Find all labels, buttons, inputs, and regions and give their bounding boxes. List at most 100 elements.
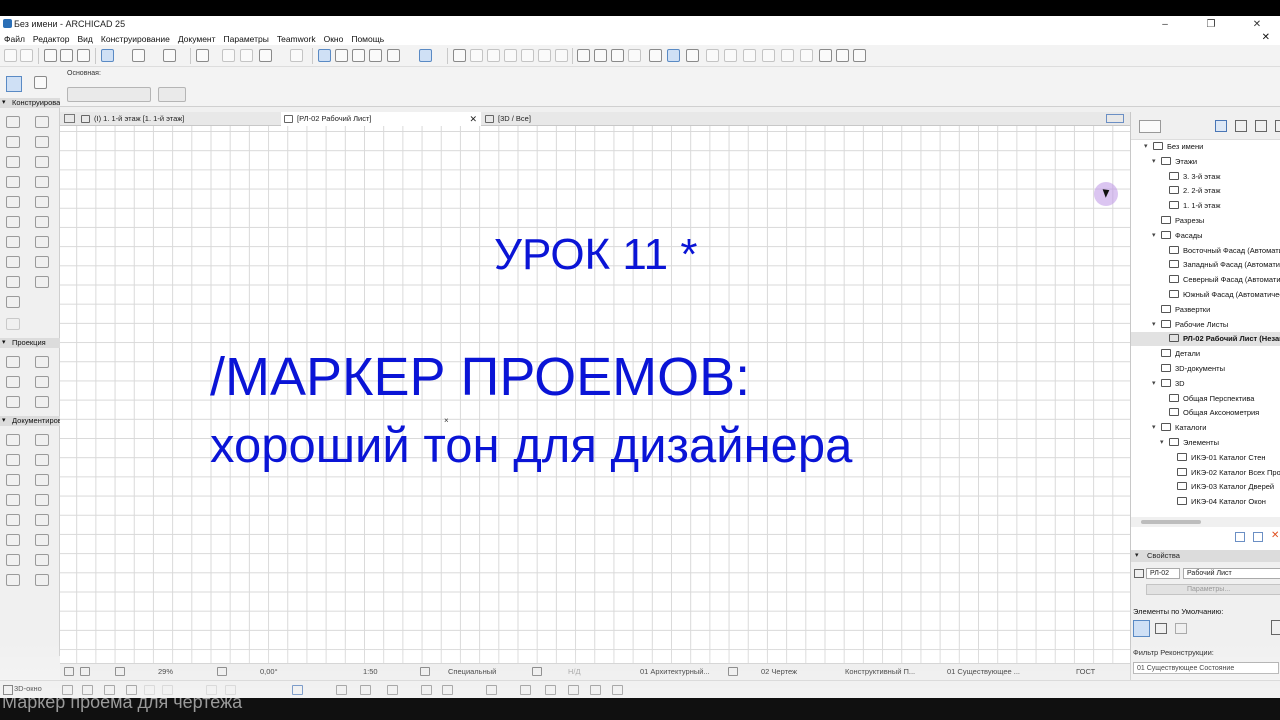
solid-operations-icon[interactable]: [836, 49, 849, 62]
worksheet-canvas[interactable]: УРОК 11 * /МАРКЕР ПРОЕМОВ: хороший тон д…: [60, 126, 1130, 663]
tree-node[interactable]: Разрезы: [1161, 214, 1204, 228]
menu-help[interactable]: Помощь: [347, 34, 388, 44]
trim-icon[interactable]: [487, 49, 500, 62]
fit-window-icon[interactable]: [115, 667, 125, 676]
print-defaults-icon[interactable]: [1155, 623, 1167, 634]
mesh-tool[interactable]: [35, 236, 49, 248]
section-tool[interactable]: [6, 356, 20, 368]
expand-arrow-icon[interactable]: ▾: [1152, 229, 1156, 243]
toolbox-section-document[interactable]: Документирование: [0, 416, 60, 426]
redo-icon[interactable]: [20, 49, 33, 62]
3d-sun-icon[interactable]: [387, 685, 398, 695]
curtain-wall-tool[interactable]: [6, 216, 20, 228]
mirror-icon[interactable]: [724, 49, 737, 62]
fill-tool[interactable]: [6, 514, 20, 526]
magic-wand-icon[interactable]: [77, 49, 90, 62]
roof-tool[interactable]: [35, 176, 49, 188]
navigator-scrollbar[interactable]: [1131, 517, 1280, 527]
detail-tool[interactable]: [6, 396, 20, 408]
interior-elevation-tool[interactable]: [6, 376, 20, 388]
3d-window-button[interactable]: 3D-окно: [2, 684, 42, 695]
inject-parameters-icon[interactable]: [60, 49, 73, 62]
layers-icon[interactable]: [594, 49, 607, 62]
ruler-icon[interactable]: [240, 49, 253, 62]
circle-tool[interactable]: [6, 534, 20, 546]
close-tab-icon[interactable]: ✕: [469, 112, 477, 126]
publish-icon[interactable]: [1271, 620, 1280, 635]
toolbox-section-design[interactable]: Конструирование: [0, 98, 60, 108]
move-icon[interactable]: [649, 49, 662, 62]
undo-zoom-icon[interactable]: [64, 667, 74, 676]
elevation-icon[interactable]: [369, 49, 382, 62]
line-tool[interactable]: [35, 514, 49, 526]
snap-guides-icon[interactable]: [132, 49, 145, 62]
grid-snap-icon[interactable]: [196, 49, 209, 62]
menu-window[interactable]: Окно: [320, 34, 348, 44]
menu-options[interactable]: Параметры: [220, 34, 273, 44]
tree-node[interactable]: Развертки: [1161, 303, 1210, 317]
navigator-mode-icon[interactable]: [1139, 120, 1161, 133]
menu-document[interactable]: Документ: [174, 34, 220, 44]
grid-element-tool[interactable]: [35, 494, 49, 506]
restore-button[interactable]: ❐: [1188, 16, 1234, 32]
camera-icon[interactable]: [486, 685, 497, 695]
radial-dimension-tool[interactable]: [6, 454, 20, 466]
tree-node[interactable]: ▾ Рабочие Листы: [1152, 318, 1228, 332]
gravity-icon[interactable]: [163, 49, 176, 62]
angle-dimension-tool[interactable]: [35, 454, 49, 466]
3d-orbit-icon[interactable]: [62, 685, 73, 695]
publisher-sets-icon[interactable]: [1275, 120, 1280, 132]
expand-arrow-icon[interactable]: ▾: [1152, 318, 1156, 332]
3d-filter-icon[interactable]: [360, 685, 371, 695]
tree-node[interactable]: РЛ-02 Рабочий Лист (Независ: [1131, 332, 1280, 347]
arrow-selection-group[interactable]: [158, 87, 186, 102]
drag-copy-icon[interactable]: [762, 49, 775, 62]
3d-grid-icon[interactable]: [442, 685, 453, 695]
adjust-icon[interactable]: [470, 49, 483, 62]
3d-walk-icon[interactable]: [144, 685, 155, 695]
video-icon[interactable]: [545, 685, 556, 695]
expand-arrow-icon[interactable]: ▾: [1152, 155, 1156, 169]
tree-node[interactable]: ▾ Этажи: [1152, 155, 1197, 169]
resize-icon[interactable]: [781, 49, 794, 62]
3d-view-icon[interactable]: [387, 49, 400, 62]
table-icon[interactable]: [335, 49, 348, 62]
expand-arrow-icon[interactable]: ▾: [1152, 377, 1156, 391]
drafting-aid-icon[interactable]: [667, 49, 680, 62]
zoom-icon[interactable]: [80, 667, 90, 676]
zone-tool[interactable]: [35, 256, 49, 268]
group-icon[interactable]: [819, 49, 832, 62]
partial-structure-value[interactable]: Конструктивный П...: [845, 667, 915, 676]
tree-node[interactable]: Общая Аксонометрия: [1169, 406, 1259, 420]
skylight-tool[interactable]: [35, 196, 49, 208]
expand-arrow-icon[interactable]: ▾: [1144, 140, 1148, 154]
3d-fly-icon[interactable]: [162, 685, 173, 695]
id-field[interactable]: РЛ-02: [1146, 568, 1180, 579]
intersect-icon[interactable]: [504, 49, 517, 62]
tree-node[interactable]: 3D-документы: [1161, 362, 1225, 376]
tree-node[interactable]: Детали: [1161, 347, 1200, 361]
tree-node[interactable]: ▾ Элементы: [1160, 436, 1219, 450]
tab-floor-plan[interactable]: (I) 1. 1-й этаж [1. 1-й этаж]: [78, 112, 280, 126]
polyline-tool[interactable]: [35, 534, 49, 546]
expand-arrow-icon[interactable]: ▾: [1152, 421, 1156, 435]
scale-value[interactable]: 1:50: [363, 667, 378, 676]
render-icon[interactable]: [520, 685, 531, 695]
object-tool[interactable]: [35, 156, 49, 168]
toolbox-section-viewpoint[interactable]: Проекция: [0, 338, 60, 348]
tree-node[interactable]: ИКЭ-01 Каталог Стен: [1177, 451, 1266, 465]
railing-tool[interactable]: [6, 236, 20, 248]
rotate-view-icon[interactable]: [217, 667, 227, 676]
tree-node[interactable]: 2. 2-й этаж: [1169, 184, 1220, 198]
menu-teamwork[interactable]: Teamwork: [273, 34, 320, 44]
tab-list-icon[interactable]: [64, 114, 75, 123]
level-dimension-tool[interactable]: [35, 434, 49, 446]
tree-node[interactable]: ▾ Фасады: [1152, 229, 1203, 243]
guide-lines-icon[interactable]: [101, 49, 114, 62]
change-tool[interactable]: [35, 396, 49, 408]
dimension-tool[interactable]: [6, 434, 20, 446]
model-defaults-icon[interactable]: [1133, 620, 1150, 637]
renovation-filter-icon[interactable]: [419, 49, 432, 62]
menu-design[interactable]: Конструирование: [97, 34, 174, 44]
3d-style-icon[interactable]: [292, 685, 303, 695]
